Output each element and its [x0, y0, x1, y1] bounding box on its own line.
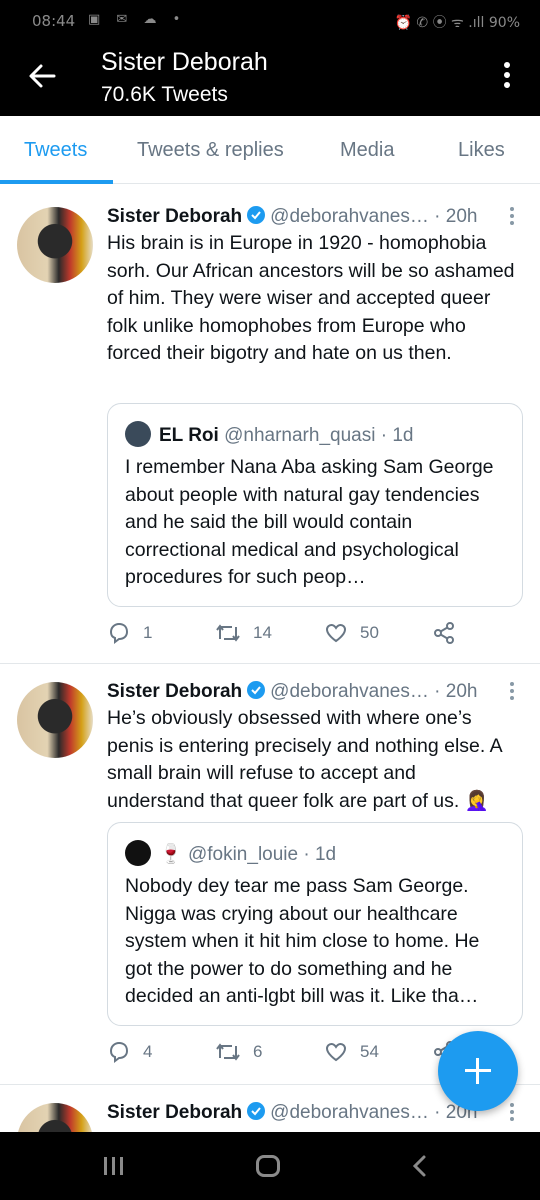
tweet-menu-icon[interactable] [510, 1103, 516, 1124]
heart-icon [325, 1042, 347, 1062]
quoted-author-name: EL Roi [159, 425, 219, 446]
quoted-tweet[interactable]: EL Roi @nharnarh_quasi · 1d I remember N… [107, 403, 523, 607]
status-time: 08:44 [32, 12, 76, 30]
system-back-icon[interactable] [408, 1154, 432, 1178]
tab-tweets-replies[interactable]: Tweets & replies [137, 139, 284, 162]
tab-media[interactable]: Media [340, 139, 394, 162]
like-button[interactable]: 50 [324, 621, 379, 645]
heart-icon [325, 623, 347, 643]
share-icon [434, 622, 454, 644]
like-count: 50 [360, 623, 379, 642]
verified-badge-icon [247, 681, 266, 699]
reply-button[interactable]: 1 [107, 621, 152, 645]
signal-icons: ⏰ ✆ ⦿ ᯤ .ıll [394, 15, 485, 31]
retweet-button[interactable]: 14 [215, 621, 272, 645]
retweet-button[interactable]: 6 [215, 1040, 262, 1064]
quoted-tweet-text: I remember Nana Aba asking Sam George ab… [125, 456, 494, 589]
tweet-count: 70.6K Tweets [101, 83, 228, 106]
reply-icon [109, 622, 129, 644]
avatar[interactable] [17, 207, 93, 283]
quoted-author-name: 🍷 [159, 844, 183, 865]
verified-badge-icon [247, 1102, 266, 1120]
author-name[interactable]: Sister Deborah [107, 206, 242, 227]
author-handle: @deborahvanes… [270, 681, 429, 702]
status-bar: 08:44 ▣ ✉ ☁ • ⏰ ✆ ⦿ ᯤ .ıll 90% [0, 0, 540, 40]
back-arrow-icon[interactable] [24, 58, 60, 94]
tweet-text: His brain is in Europe in 1920 - homopho… [107, 232, 515, 365]
tweet-time: · 20h [434, 681, 478, 702]
tweet-header: Sister Deborah @deborahvanes… · 20h [107, 1101, 477, 1124]
quoted-author-handle: @fokin_louie [187, 844, 299, 865]
tweet[interactable]: Sister Deborah @deborahvanes… · 20h He’s … [0, 664, 540, 1085]
retweet-count: 14 [253, 623, 272, 642]
retweet-count: 6 [253, 1042, 263, 1061]
tweet-actions: 1 14 50 [107, 621, 527, 651]
tweet-time: · 20h [434, 206, 478, 227]
verified-badge-icon [247, 206, 266, 224]
author-name[interactable]: Sister Deborah [107, 681, 242, 702]
profile-header: Sister Deborah 70.6K Tweets [0, 40, 540, 116]
author-name[interactable]: Sister Deborah [107, 1102, 242, 1123]
reply-icon [109, 1041, 129, 1063]
avatar[interactable] [17, 1103, 93, 1132]
quoted-tweet-text: Nobody dey tear me pass Sam George. Nigg… [125, 875, 480, 1008]
reply-count: 1 [143, 623, 153, 642]
quoted-avatar [125, 421, 151, 447]
quoted-author-handle: @nharnarh_quasi [224, 425, 376, 446]
quoted-tweet-header: 🍷 @fokin_louie · 1d [125, 840, 336, 866]
tweet-menu-icon[interactable] [510, 682, 516, 703]
like-button[interactable]: 54 [324, 1040, 379, 1064]
compose-tweet-button[interactable] [438, 1031, 518, 1111]
quoted-tweet-time: · 1d [303, 844, 337, 865]
tweet-feed[interactable]: Sister Deborah @deborahvanes… · 20h His b… [0, 185, 540, 1132]
author-handle: @deborahvanes… [270, 1102, 429, 1123]
tweet-header: Sister Deborah @deborahvanes… · 20h [107, 205, 477, 228]
tweet-menu-icon[interactable] [510, 207, 516, 228]
tab-likes[interactable]: Likes [458, 139, 505, 162]
author-handle: @deborahvanes… [270, 206, 429, 227]
profile-name: Sister Deborah [101, 48, 268, 76]
quoted-tweet-time: · 1d [380, 425, 414, 446]
quoted-tweet-header: EL Roi @nharnarh_quasi · 1d [125, 421, 413, 447]
tweet-text: He’s obviously obsessed with where one’s… [107, 707, 502, 812]
tab-tweets[interactable]: Tweets [24, 139, 87, 162]
quoted-avatar [125, 840, 151, 866]
like-count: 54 [360, 1042, 379, 1061]
retweet-icon [216, 624, 240, 642]
retweet-icon [216, 1043, 240, 1061]
reply-count: 4 [143, 1042, 153, 1061]
battery-level: 90% [488, 15, 520, 31]
avatar[interactable] [17, 682, 93, 758]
more-options-icon[interactable] [500, 62, 514, 94]
system-icons: ⏰ ✆ ⦿ ᯤ .ıll 90% [395, 12, 520, 32]
profile-tabs: Tweets Tweets & replies Media Likes [0, 116, 540, 184]
home-icon[interactable] [256, 1155, 280, 1177]
active-tab-indicator [0, 180, 113, 184]
share-button[interactable] [432, 621, 468, 645]
reply-button[interactable]: 4 [107, 1040, 152, 1064]
quoted-tweet[interactable]: 🍷 @fokin_louie · 1d Nobody dey tear me p… [107, 822, 523, 1026]
system-navigation-bar [0, 1132, 540, 1200]
notification-icons: ▣ ✉ ☁ • [88, 12, 187, 27]
recents-icon[interactable] [104, 1157, 128, 1175]
tweet[interactable]: Sister Deborah @deborahvanes… · 20h His b… [0, 185, 540, 664]
tweet-header: Sister Deborah @deborahvanes… · 20h [107, 680, 477, 703]
